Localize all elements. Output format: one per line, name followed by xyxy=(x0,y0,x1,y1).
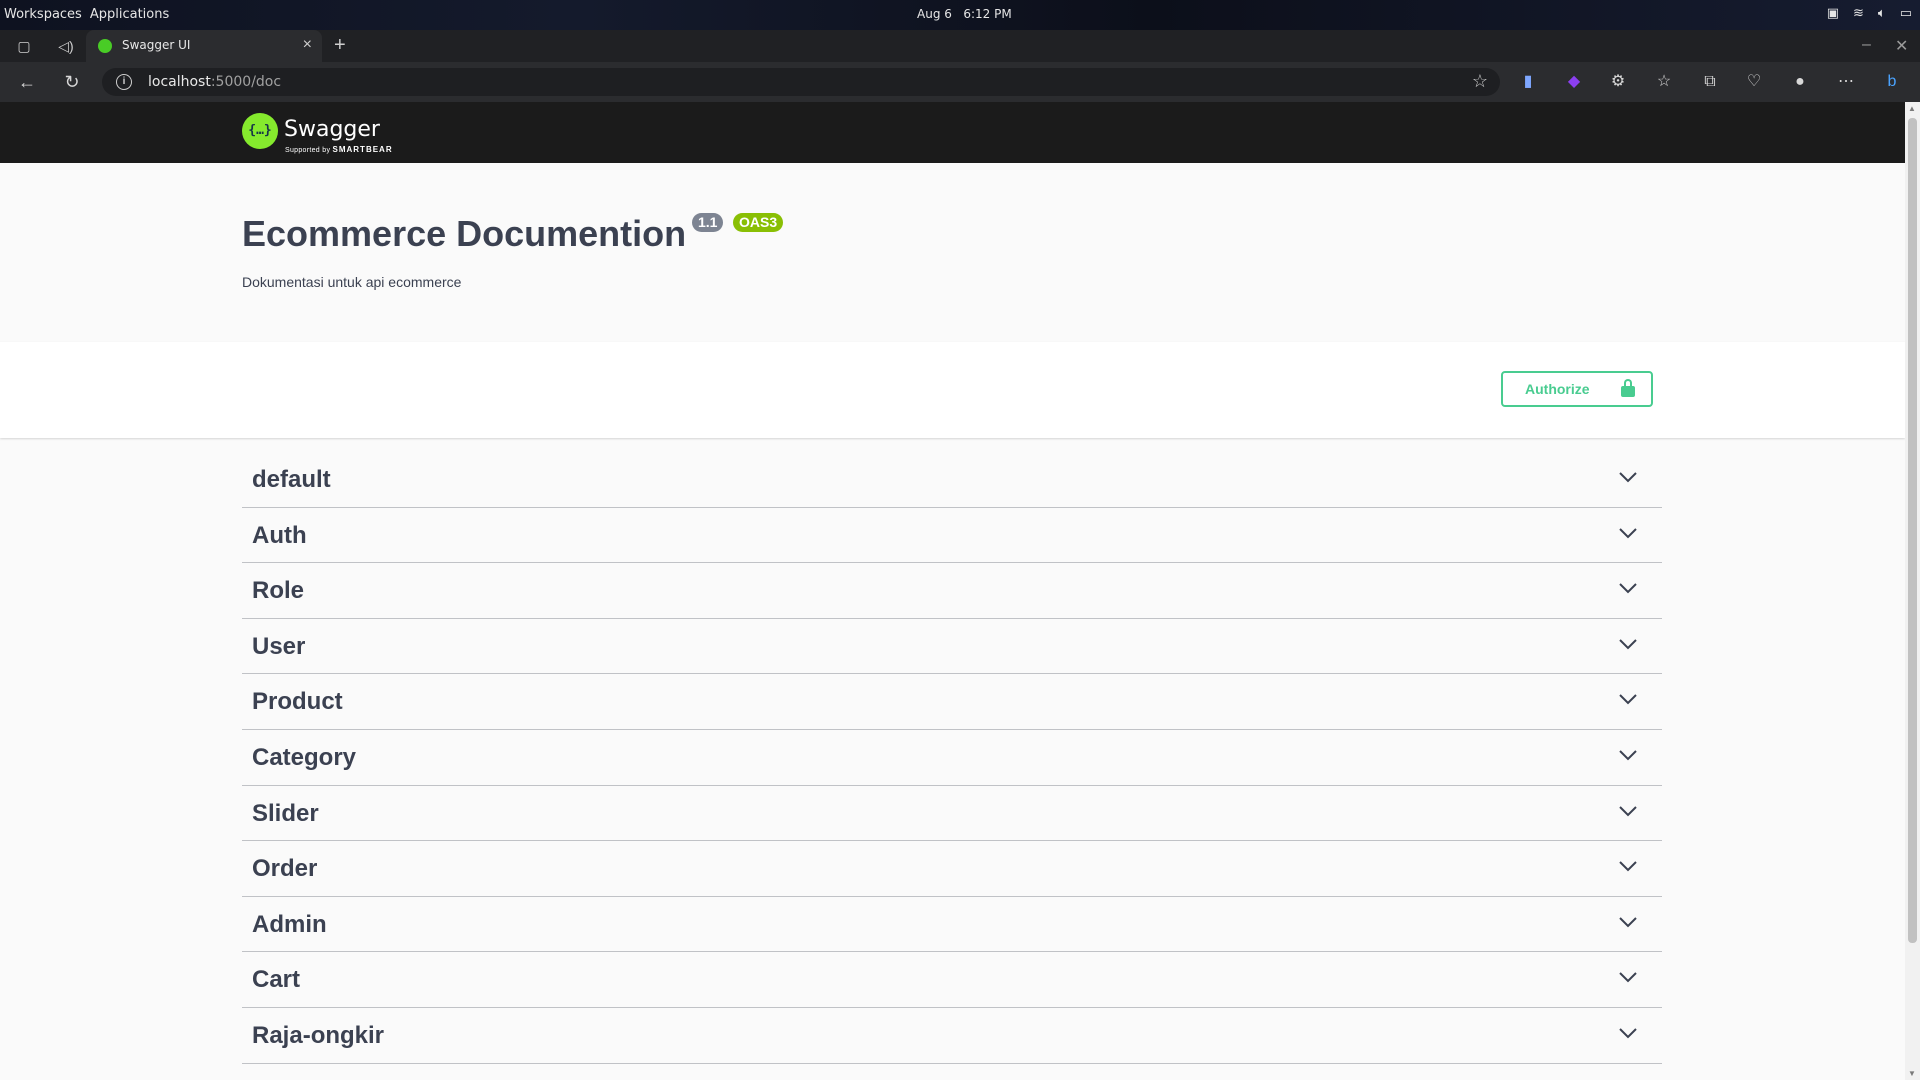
swagger-brand[interactable]: Swagger xyxy=(284,117,380,142)
chevron-down-icon[interactable] xyxy=(1618,637,1638,651)
scroll-up-icon[interactable]: ▲ xyxy=(1908,104,1916,113)
clock-time: 6:12 PM xyxy=(963,7,1012,21)
supported-by-text: Supported by xyxy=(285,147,331,154)
extension-purple-icon[interactable]: ◆ xyxy=(1562,70,1586,94)
tab-actions-icon[interactable]: ▢ xyxy=(14,36,34,56)
version-badge: 1.1 xyxy=(692,213,724,232)
api-description: Dokumentasi untuk api ecommerce xyxy=(242,274,462,290)
tag-section-product[interactable]: Product xyxy=(242,674,1662,730)
chevron-down-icon[interactable] xyxy=(1618,859,1638,873)
authorize-label: Authorize xyxy=(1525,381,1590,397)
more-menu-icon[interactable]: ⋯ xyxy=(1834,70,1858,94)
chevron-down-icon[interactable] xyxy=(1618,970,1638,984)
system-tray: ▣ ≋ 🔈︎ ▭ xyxy=(1827,6,1912,21)
minimize-window-icon[interactable]: – xyxy=(1862,36,1871,54)
url-host: localhost xyxy=(148,74,211,90)
collections-icon[interactable]: ⧉ xyxy=(1698,70,1722,94)
clock[interactable]: Aug 6 6:12 PM xyxy=(917,7,1012,21)
tag-name: Role xyxy=(252,577,305,605)
smartbear-text: SMARTBEAR xyxy=(332,145,393,154)
extensions-puzzle-icon[interactable]: ⚙ xyxy=(1606,70,1630,94)
chevron-down-icon[interactable] xyxy=(1618,915,1638,929)
authorize-button[interactable]: Authorize xyxy=(1501,371,1653,407)
new-tab-icon[interactable]: + xyxy=(334,34,346,57)
tag-name: Category xyxy=(252,743,357,771)
close-window-icon[interactable]: ✕ xyxy=(1895,36,1908,56)
tag-section-raja-ongkir[interactable]: Raja-ongkir xyxy=(242,1008,1662,1064)
address-bar[interactable]: i localhost:5000/doc ☆ xyxy=(102,68,1500,96)
chevron-down-icon[interactable] xyxy=(1618,748,1638,762)
operation-tags: default Auth Role User Product Category … xyxy=(242,452,1662,1064)
browser-tab-strip: ▢ ◁) Swagger UI × + – ✕ xyxy=(0,30,1920,62)
url-path: :5000/doc xyxy=(210,74,282,90)
chevron-down-icon[interactable] xyxy=(1618,692,1638,706)
reload-icon[interactable]: ↻ xyxy=(60,70,84,94)
page-title: Ecommerce Documention xyxy=(242,213,687,254)
chevron-down-icon[interactable] xyxy=(1618,804,1638,818)
mute-tab-icon[interactable]: ◁) xyxy=(56,36,76,56)
swagger-supported-by: Supported by SMARTBEAR xyxy=(285,145,393,154)
tab-title: Swagger UI xyxy=(122,38,191,52)
performance-heart-icon[interactable]: ♡ xyxy=(1742,70,1766,94)
tag-section-user[interactable]: User xyxy=(242,619,1662,675)
display-icon[interactable]: ▣ xyxy=(1827,6,1839,21)
tag-name: User xyxy=(252,632,306,660)
tag-section-category[interactable]: Category xyxy=(242,730,1662,786)
clock-date: Aug 6 xyxy=(917,7,952,21)
tag-name: Admin xyxy=(252,910,327,938)
oas-badge: OAS3 xyxy=(733,213,784,232)
schemes-container: Authorize xyxy=(0,342,1905,438)
volume-icon[interactable]: 🔈︎ xyxy=(1878,6,1886,21)
chevron-down-icon[interactable] xyxy=(1618,1026,1638,1040)
browser-toolbar: ← ↻ i localhost:5000/doc ☆ ▮ ◆ ⚙ ☆ ⧉ ♡ ●… xyxy=(0,62,1920,102)
tag-name: default xyxy=(252,466,331,493)
tag-section-default[interactable]: default xyxy=(242,452,1662,508)
applications-menu[interactable]: Applications xyxy=(90,7,169,22)
workspaces-menu[interactable]: Workspaces xyxy=(4,7,82,22)
tag-section-auth[interactable]: Auth xyxy=(242,508,1662,564)
chevron-down-icon[interactable] xyxy=(1618,581,1638,595)
tag-section-cart[interactable]: Cart xyxy=(242,952,1662,1008)
tag-section-order[interactable]: Order xyxy=(242,841,1662,897)
swagger-logo-icon[interactable]: {…} xyxy=(242,113,278,149)
os-top-bar: Workspaces Applications Aug 6 6:12 PM ▣ … xyxy=(0,0,1920,30)
copilot-icon[interactable]: b xyxy=(1880,70,1904,94)
url-text[interactable]: localhost:5000/doc xyxy=(148,74,281,90)
api-info: Ecommerce Documention 1.1 OAS3 Dokumenta… xyxy=(0,163,1905,342)
tag-section-role[interactable]: Role xyxy=(242,563,1662,619)
site-info-icon[interactable]: i xyxy=(116,74,132,90)
tag-section-slider[interactable]: Slider xyxy=(242,786,1662,842)
scroll-down-icon[interactable]: ▼ xyxy=(1908,1069,1916,1078)
bookmark-star-icon[interactable]: ☆ xyxy=(1472,71,1488,92)
tag-name: Auth xyxy=(252,521,307,549)
unlocked-icon xyxy=(1621,379,1635,397)
scrollbar-thumb[interactable] xyxy=(1908,118,1917,943)
swagger-topbar: {…} Swagger Supported by SMARTBEAR xyxy=(0,102,1905,163)
wifi-icon[interactable]: ≋ xyxy=(1853,6,1864,21)
swagger-favicon-icon xyxy=(98,39,112,53)
tag-name: Slider xyxy=(252,799,319,827)
tag-name: Cart xyxy=(252,966,301,994)
battery-icon[interactable]: ▭ xyxy=(1900,6,1912,21)
extension-book-icon[interactable]: ▮ xyxy=(1516,70,1540,94)
tag-name: Raja-ongkir xyxy=(252,1021,385,1049)
tab-swagger-ui[interactable]: Swagger UI × xyxy=(86,30,322,62)
tag-section-admin[interactable]: Admin xyxy=(242,897,1662,953)
chevron-down-icon[interactable] xyxy=(1618,526,1638,540)
tag-name: Order xyxy=(252,855,318,883)
tag-name: Product xyxy=(252,688,343,716)
back-icon[interactable]: ← xyxy=(15,70,39,94)
close-tab-icon[interactable]: × xyxy=(303,36,312,54)
profile-avatar-icon[interactable]: ● xyxy=(1788,70,1812,94)
favorites-icon[interactable]: ☆ xyxy=(1652,70,1676,94)
chevron-down-icon[interactable] xyxy=(1618,470,1638,484)
page-scrollbar[interactable]: ▲ ▼ xyxy=(1905,102,1920,1080)
